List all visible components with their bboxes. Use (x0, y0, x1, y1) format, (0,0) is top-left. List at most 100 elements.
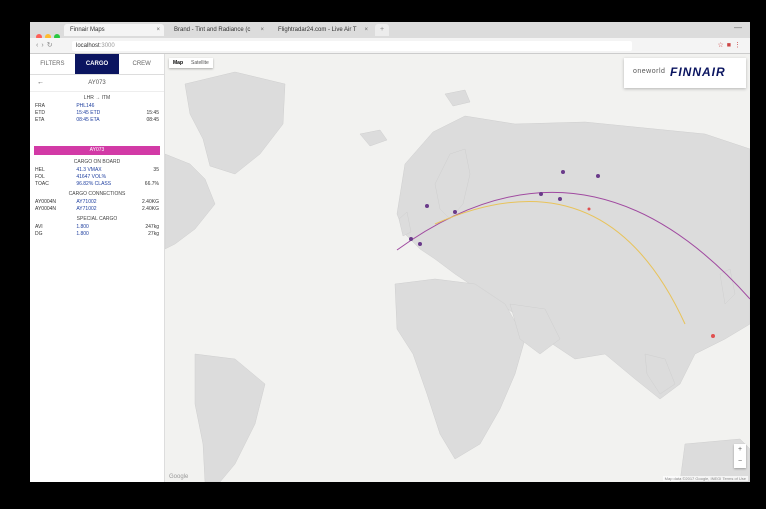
cargo-connections-section: CARGO CONNECTIONS AY0004N AY71002 2.40KG A… (35, 191, 159, 213)
address-bar-row: ‹›↻ localhost:3000 ☆■⋮ (30, 38, 750, 54)
brand-panel: oneworld FINNAIR (624, 58, 746, 88)
row-key: HEL (35, 167, 45, 173)
north-america-landmass (165, 153, 216, 250)
world-map[interactable]: Map Satellite oneworld FINNAIR + − Googl… (165, 54, 750, 482)
special-cargo-header: SPECIAL CARGO (76, 216, 118, 222)
connection-row[interactable]: AY0004N AY71002 2.40KG (35, 206, 159, 213)
row-key: FRA (35, 103, 45, 109)
map-attribution[interactable]: Map data ©2017 Google, INEGI Terms of Us… (662, 476, 748, 481)
airport-marker (596, 174, 600, 178)
row-key: DG (35, 231, 43, 237)
greenland-landmass (184, 71, 286, 175)
zoom-in-button[interactable]: + (734, 444, 746, 456)
svalbard-landmass (444, 89, 471, 107)
airport-marker (561, 170, 565, 174)
row-value: 1.800 (76, 231, 89, 237)
star-icon[interactable]: ☆ (717, 42, 726, 49)
row-value: 08:45 ETA (76, 117, 100, 123)
row-extra: 27kg (148, 231, 159, 237)
row-key: AY0004N (35, 199, 57, 205)
row-extra (118, 174, 159, 181)
tab-cargo[interactable]: CARGO (74, 54, 120, 74)
route-section: LHR → ITM FRA PHL146 ETD 15:45 ETD 15:45 ET… (35, 95, 159, 124)
row-value: AY71002 (76, 206, 97, 212)
africa-landmass (394, 278, 526, 460)
row-value: 1.800 (76, 224, 89, 230)
airport-marker (539, 192, 543, 196)
row-value: 15:45 ETD (76, 110, 101, 116)
cargo-onboard-header: CARGO ON BOARD (73, 159, 121, 165)
connection-row[interactable]: AY0004N AY71002 2.40KG (35, 199, 159, 206)
tab-crew[interactable]: CREW (119, 54, 164, 74)
row-key: FOL (35, 174, 45, 180)
sidebar: FILTERS CARGO CREW ← AY073 LHR → ITM FRA… (30, 54, 165, 482)
oneworld-logo: oneworld (633, 68, 666, 75)
close-tab-icon[interactable]: × (364, 24, 368, 36)
airport-marker (453, 210, 457, 214)
cargo-row: HEL 41.3 VMAX 35 (35, 167, 159, 174)
window-menu-icon[interactable]: — (734, 23, 742, 32)
row-extra (118, 103, 159, 110)
zoom-control: + − (734, 444, 746, 468)
sidebar-tabs: FILTERS CARGO CREW (30, 54, 164, 75)
iceland-landmass (359, 129, 388, 147)
tab-label: Brand - Tint and Radiance (c (174, 27, 251, 33)
row-extra: 2.40KG (142, 199, 159, 205)
url-port: :3000 (99, 43, 115, 49)
airport-marker (409, 237, 413, 241)
url-host: localhost (76, 43, 100, 49)
row-value: AY71002 (76, 199, 97, 205)
row-key: AVI (35, 224, 43, 230)
airport-marker (425, 204, 429, 208)
url-input[interactable]: localhost:3000 (72, 41, 632, 51)
close-tab-icon[interactable]: × (156, 24, 160, 36)
row-key: AY0004N (35, 206, 57, 212)
extension-icon[interactable]: ■ (727, 42, 734, 49)
row-extra: 08:45 (146, 117, 159, 123)
destination-marker (587, 207, 591, 211)
cargo-connections-header: CARGO CONNECTIONS (68, 191, 126, 197)
airport-marker (418, 242, 422, 246)
tab-label: Flightradar24.com - Live Air T (278, 27, 357, 33)
row-value: 96.82% CLASS (76, 181, 112, 187)
browser-tab-flightradar[interactable]: Flightradar24.com - Live Air T × (272, 24, 372, 36)
selected-flight-bar[interactable]: AY073 (34, 146, 160, 155)
special-cargo-section: SPECIAL CARGO AVI 1.800 247kg DG 1.800 27kg (35, 216, 159, 238)
row-key: ETD (35, 110, 45, 116)
row-extra: 66.7% (144, 181, 159, 187)
finnair-logo: FINNAIR (670, 65, 726, 79)
zoom-out-button[interactable]: − (734, 456, 746, 468)
special-row: AVI 1.800 247kg (35, 224, 159, 231)
cargo-row: FOL 41647 VOL% (35, 174, 159, 181)
map-type-satellite[interactable]: Satellite (187, 58, 213, 68)
route-row: ETD 15:45 ETD 15:45 (35, 110, 159, 117)
cargo-onboard-section: CARGO ON BOARD HEL 41.3 VMAX 35 FOL 41647 V… (35, 159, 159, 188)
row-extra: 247kg (145, 224, 159, 230)
route-row: ETA 08:45 ETA 08:45 (35, 117, 159, 124)
route-row: FRA PHL146 (35, 103, 159, 110)
row-extra: 35 (153, 167, 159, 173)
tab-filters[interactable]: FILTERS (30, 54, 75, 74)
new-tab-button[interactable]: + (375, 24, 389, 36)
row-extra: 15:45 (146, 110, 159, 116)
row-value: 41647 VOL% (76, 174, 107, 180)
map-type-map[interactable]: Map (169, 58, 187, 68)
south-america-landmass (194, 353, 266, 482)
map-canvas (165, 71, 750, 482)
menu-icon[interactable]: ⋮ (734, 42, 744, 49)
row-value: PHL146 (76, 103, 95, 109)
row-extra: 2.40KG (142, 206, 159, 212)
navigation-buttons: ‹›↻ (36, 41, 56, 49)
tab-bar: Finnair Maps × Brand - Tint and Radiance … (30, 22, 750, 40)
reload-icon[interactable]: ↻ (47, 42, 56, 49)
flight-selector: ← AY073 (30, 75, 164, 92)
row-key: ETA (35, 117, 45, 123)
browser-tab-brand[interactable]: Brand - Tint and Radiance (c × (168, 24, 268, 36)
browser-window: Finnair Maps × Brand - Tint and Radiance … (30, 22, 750, 482)
special-row: DG 1.800 27kg (35, 231, 159, 238)
browser-tab-finnair-maps[interactable]: Finnair Maps × (64, 24, 164, 36)
close-tab-icon[interactable]: × (260, 24, 264, 36)
route-header: LHR → ITM (83, 95, 111, 101)
map-type-control: Map Satellite (169, 58, 213, 68)
flight-code: AY073 (88, 80, 106, 86)
